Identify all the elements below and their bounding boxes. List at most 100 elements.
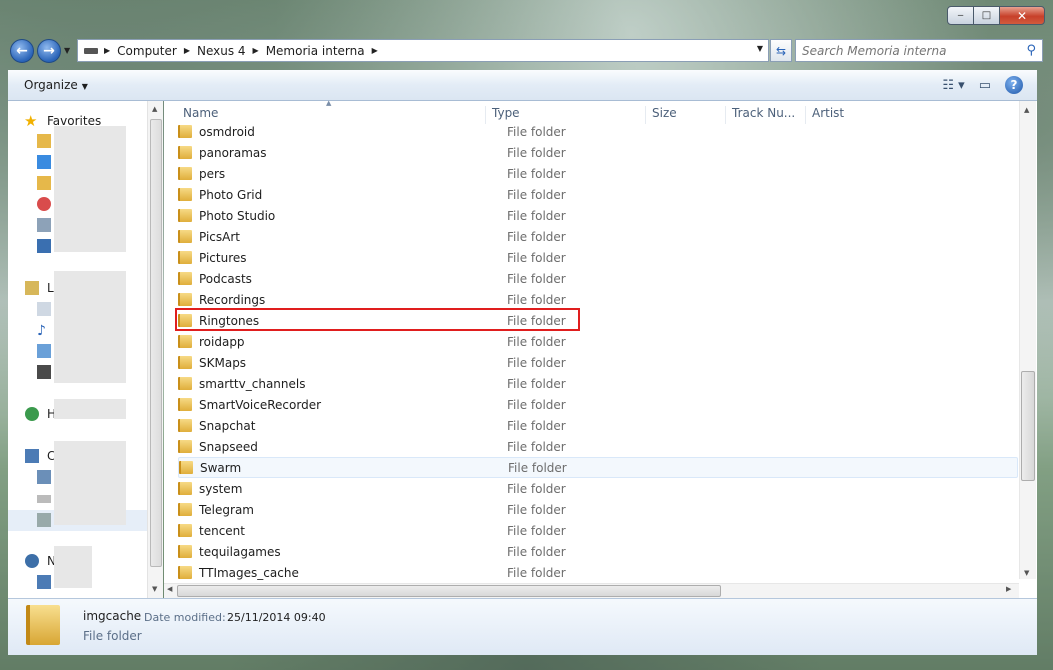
file-type: File folder	[507, 544, 566, 559]
scroll-up-icon[interactable]: ▲	[1024, 106, 1029, 114]
table-row[interactable]: tencent File folder	[178, 520, 1018, 541]
homegroup-icon[interactable]	[25, 407, 39, 421]
table-row[interactable]: SmartVoiceRecorder File folder	[178, 394, 1018, 415]
folder-icon	[178, 251, 192, 264]
table-row[interactable]: Photo Grid File folder	[178, 184, 1018, 205]
table-row[interactable]: Photo Studio File folder	[178, 205, 1018, 226]
maximize-button[interactable]: □	[973, 6, 1000, 25]
command-bar: Organize ▼ ☷ ▾ ▭ ?	[8, 70, 1037, 101]
blurred-homegroup	[54, 399, 126, 419]
back-button[interactable]: ←	[10, 39, 34, 63]
computer-icon[interactable]	[25, 449, 39, 463]
scroll-down-icon[interactable]: ▼	[1024, 569, 1029, 577]
network-icon[interactable]	[25, 554, 39, 568]
device-icon	[84, 47, 98, 54]
chevron-right-icon[interactable]: ▶	[184, 46, 190, 55]
search-icon[interactable]: ⚲	[1026, 43, 1036, 58]
search-input[interactable]	[802, 43, 1012, 58]
table-row[interactable]: Pictures File folder	[178, 247, 1018, 268]
vertical-scrollbar[interactable]: ▲ ▼	[1019, 101, 1036, 579]
scroll-down-icon[interactable]: ▼	[152, 585, 157, 593]
drive-folder-icon[interactable]	[37, 176, 51, 190]
table-row[interactable]: TTImages_cache File folder	[178, 562, 1018, 583]
file-name: system	[199, 481, 243, 496]
videos-icon[interactable]	[37, 365, 51, 379]
view-controls: ☷ ▾ ▭ ?	[942, 76, 1023, 94]
dropbox-icon[interactable]	[37, 155, 51, 169]
table-row[interactable]: smarttv_channels File folder	[178, 373, 1018, 394]
file-type: File folder	[507, 124, 566, 139]
desktop-icon[interactable]	[37, 239, 51, 253]
table-row[interactable]: Snapchat File folder	[178, 415, 1018, 436]
file-type: File folder	[507, 271, 566, 286]
vertical-scroll-thumb[interactable]	[1021, 371, 1035, 481]
file-type: File folder	[507, 250, 566, 265]
file-type: File folder	[507, 523, 566, 538]
organize-button[interactable]: Organize ▼	[24, 78, 88, 92]
horizontal-scrollbar[interactable]: ◀ ▶	[164, 583, 1019, 598]
folder-icon	[178, 356, 192, 369]
phone-device-icon[interactable]	[37, 513, 51, 527]
network-computer-icon[interactable]	[37, 575, 51, 589]
chevron-right-icon[interactable]: ▶	[253, 46, 259, 55]
scroll-left-icon[interactable]: ◀	[167, 585, 172, 593]
folder-icon	[178, 272, 192, 285]
table-row[interactable]: panoramas File folder	[178, 142, 1018, 163]
file-type: File folder	[507, 334, 566, 349]
libraries-item[interactable]: L	[47, 279, 54, 297]
libraries-icon[interactable]	[25, 281, 39, 295]
table-row[interactable]: Podcasts File folder	[178, 268, 1018, 289]
pictures-icon[interactable]	[37, 344, 51, 358]
music-icon[interactable]: ♪	[37, 323, 51, 339]
help-icon[interactable]: ?	[1005, 76, 1023, 94]
breadcrumb-memoria-interna[interactable]: Memoria interna	[266, 44, 365, 58]
details-kind: File folder	[83, 629, 142, 643]
recent-pages-dropdown[interactable]: ▼	[64, 46, 70, 55]
breadcrumb-nexus-4[interactable]: Nexus 4	[197, 44, 246, 58]
refresh-icon: ⇆	[775, 43, 787, 58]
table-row[interactable]: Telegram File folder	[178, 499, 1018, 520]
scroll-thumb[interactable]	[150, 119, 162, 567]
chevron-right-icon[interactable]: ▶	[372, 46, 378, 55]
address-bar[interactable]: ▶ Computer ▶ Nexus 4 ▶ Memoria interna ▶…	[77, 39, 769, 62]
breadcrumb-computer[interactable]: Computer	[117, 44, 177, 58]
close-button[interactable]: ✕	[999, 6, 1045, 25]
table-row[interactable]: PicsArt File folder	[178, 226, 1018, 247]
refresh-button[interactable]: ⇆	[770, 39, 792, 62]
change-view-icon[interactable]: ☷ ▾	[942, 78, 964, 93]
scroll-up-icon[interactable]: ▲	[152, 105, 157, 113]
drive-icon[interactable]	[37, 495, 51, 503]
search-box[interactable]: ⚲	[795, 39, 1043, 62]
folder-large-icon	[26, 605, 60, 645]
chevron-right-icon[interactable]: ▶	[104, 46, 110, 55]
file-name: tequilagames	[199, 544, 281, 559]
photos-icon[interactable]	[37, 197, 51, 211]
table-row[interactable]: tequilagames File folder	[178, 541, 1018, 562]
local-disk-icon[interactable]	[37, 470, 51, 484]
table-row[interactable]: SKMaps File folder	[178, 352, 1018, 373]
table-row[interactable]: system File folder	[178, 478, 1018, 499]
table-row[interactable]: osmdroid File folder	[178, 121, 1018, 142]
recent-places-icon[interactable]	[37, 218, 51, 232]
folder-icon	[178, 545, 192, 558]
table-row[interactable]: Snapseed File folder	[178, 436, 1018, 457]
table-row[interactable]: pers File folder	[178, 163, 1018, 184]
organize-label: Organize	[24, 78, 78, 92]
navigation-scrollbar[interactable]: ▲ ▼	[147, 101, 163, 598]
file-type: File folder	[507, 166, 566, 181]
table-row[interactable]: roidapp File folder	[178, 331, 1018, 352]
minimize-button[interactable]: ‒	[947, 6, 974, 25]
scroll-right-icon[interactable]: ▶	[1006, 585, 1011, 593]
horizontal-scroll-thumb[interactable]	[177, 585, 721, 597]
file-name: panoramas	[199, 145, 267, 160]
table-row[interactable]: Swarm File folder	[178, 457, 1018, 478]
forward-button[interactable]: →	[37, 39, 61, 63]
documents-icon[interactable]	[37, 302, 51, 316]
address-history-dropdown[interactable]: ▼	[757, 44, 763, 53]
back-arrow-icon: ←	[16, 43, 28, 59]
preview-pane-icon[interactable]: ▭	[979, 78, 991, 93]
table-row[interactable]: Recordings File folder	[178, 289, 1018, 310]
folder-icon	[178, 440, 192, 453]
folder-icon	[178, 167, 192, 180]
downloads-icon[interactable]	[37, 134, 51, 148]
